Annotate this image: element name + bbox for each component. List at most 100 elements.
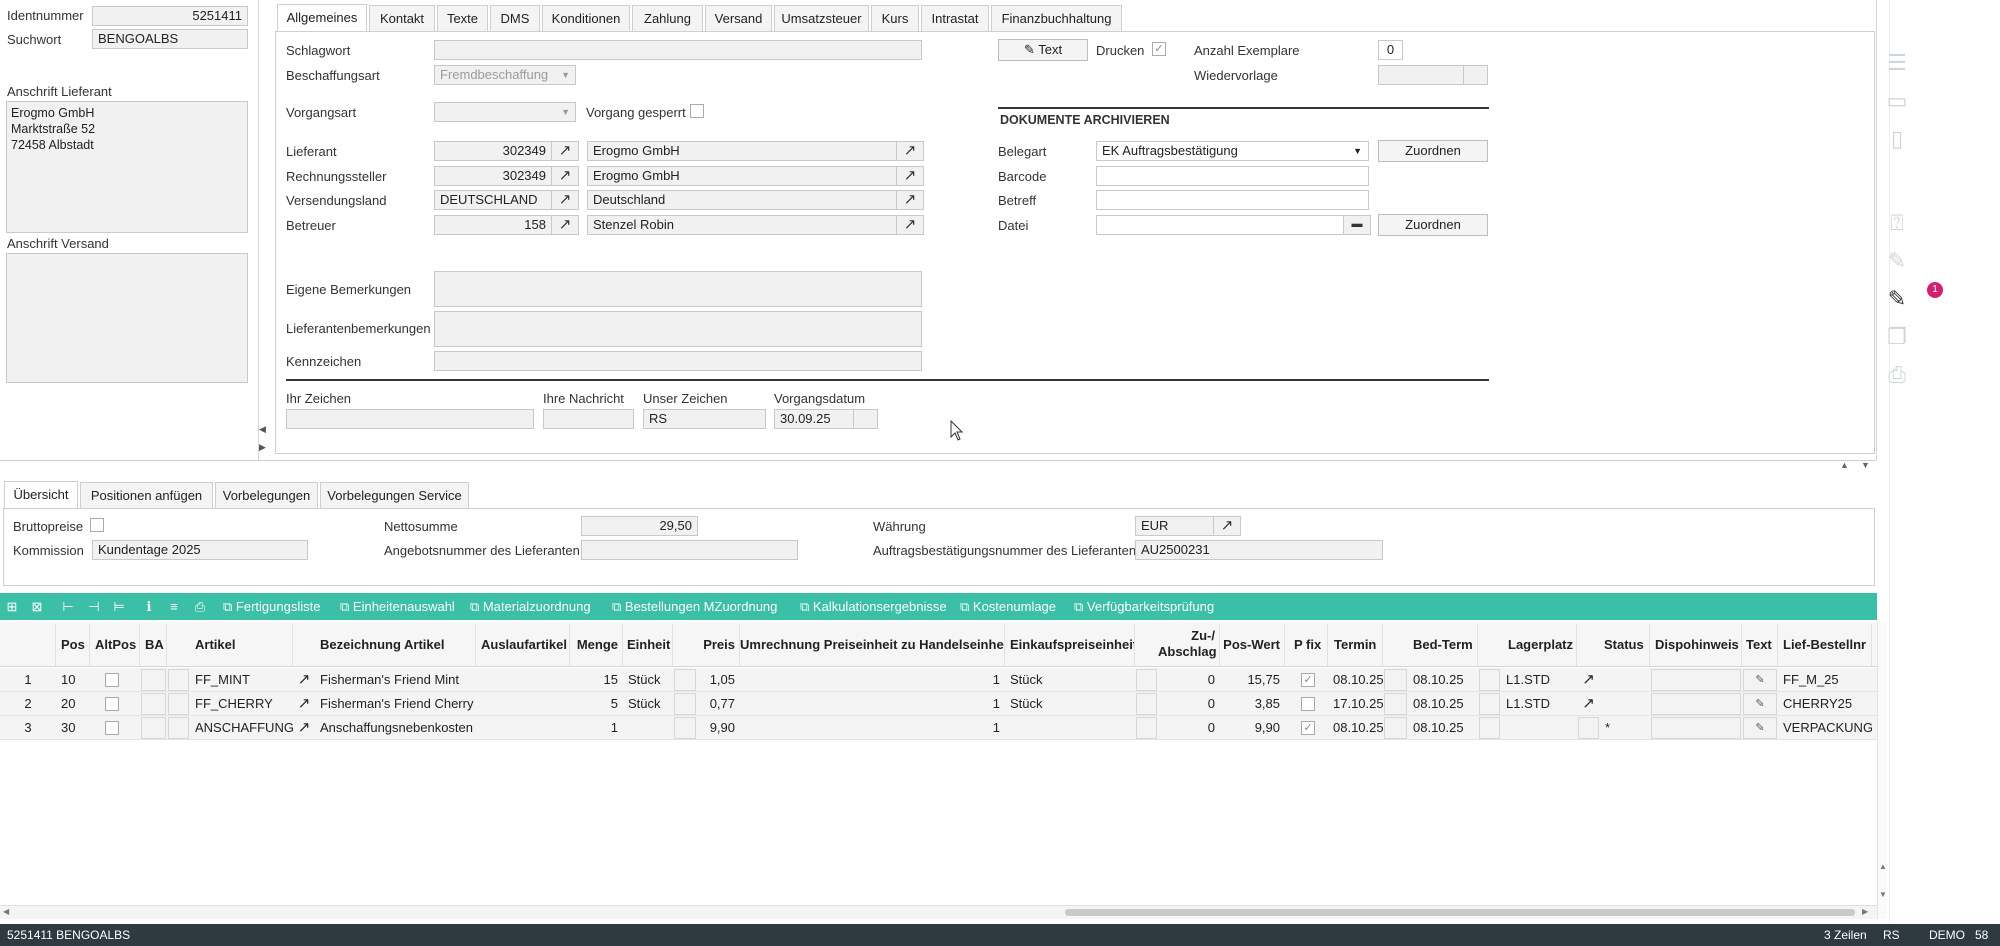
cell-ekpe[interactable]: Stück bbox=[1005, 692, 1135, 716]
text-button[interactable]: ✎ Text bbox=[998, 39, 1088, 61]
tab-kurs[interactable]: Kurs bbox=[871, 5, 919, 32]
open-link-icon[interactable]: ↗ bbox=[551, 166, 579, 186]
drucken-checkbox[interactable]: ✓ bbox=[1152, 42, 1166, 56]
cell-button[interactable] bbox=[1479, 693, 1500, 715]
open-link-icon[interactable]: ↗ bbox=[551, 141, 579, 161]
scroll-down-icon[interactable]: ▼ bbox=[1879, 890, 1887, 899]
cell-umrechnung[interactable]: 1 bbox=[740, 668, 1005, 692]
cell-termin[interactable]: 08.10.25 bbox=[1328, 716, 1383, 740]
betreuer-nr-field[interactable]: 158 bbox=[434, 215, 552, 235]
cell-bezeichnung[interactable]: Fisherman's Friend Cherry bbox=[315, 692, 476, 716]
ihre-nachricht-field[interactable] bbox=[543, 409, 634, 429]
cell-status[interactable]: * bbox=[1600, 716, 1650, 740]
cell-pos[interactable]: 30 bbox=[56, 716, 90, 740]
cell-einheit[interactable]: Stück bbox=[623, 692, 673, 716]
cell-button[interactable] bbox=[674, 669, 696, 691]
vorgangsart-select[interactable]: ▼ bbox=[434, 102, 576, 122]
collapse-up-icon[interactable]: ▲ bbox=[1840, 460, 1849, 470]
betreuer-name-field[interactable]: Stenzel Robin bbox=[587, 215, 897, 235]
cell-umrechnung[interactable]: 1 bbox=[740, 692, 1005, 716]
open-link-icon[interactable]: ↗ bbox=[1577, 692, 1600, 716]
cell-button[interactable] bbox=[1136, 669, 1157, 691]
help-document-icon[interactable]: ⍰ bbox=[1882, 210, 1912, 240]
copy-icon[interactable]: ❐ bbox=[1882, 324, 1912, 354]
cell-liefbest[interactable]: FF_M_25 bbox=[1778, 668, 1872, 692]
toolbar-bestellungen-mzuordnung[interactable]: ⧉ Bestellungen MZuordnung bbox=[612, 597, 777, 617]
schlagwort-field[interactable] bbox=[434, 40, 922, 60]
header-status[interactable]: Status bbox=[1600, 624, 1650, 666]
rechnungssteller-nr-field[interactable]: 302349 bbox=[434, 166, 552, 186]
tab-umsatzsteuer[interactable]: Umsatzsteuer bbox=[774, 5, 869, 32]
cell-button[interactable] bbox=[1578, 717, 1599, 739]
cell-termin[interactable]: 17.10.25 bbox=[1328, 692, 1383, 716]
toolbar-materialzuordnung[interactable]: ⧉ Materialzuordnung bbox=[470, 597, 591, 617]
tab-intrastat[interactable]: Intrastat bbox=[921, 5, 989, 32]
cell-pos[interactable]: 20 bbox=[56, 692, 90, 716]
cell-artikel[interactable]: ANSCHAFFUNG bbox=[190, 716, 293, 740]
horizontal-scrollbar[interactable]: ◀ ▶ bbox=[0, 905, 1877, 919]
cell-zuab[interactable]: 0 bbox=[1158, 716, 1220, 740]
cell-ekpe[interactable]: Stück bbox=[1005, 668, 1135, 692]
open-link-icon[interactable]: ↗ bbox=[1213, 516, 1241, 536]
lieferant-name-field[interactable]: Erogmo GmbH bbox=[587, 141, 897, 161]
ab-nummer-field[interactable]: AU2500231 bbox=[1135, 540, 1383, 560]
kommission-field[interactable]: Kundentage 2025 bbox=[92, 540, 308, 560]
toolbar-verfuegbarkeitspruefung[interactable]: ⧉ Verfügbarkeitsprüfung bbox=[1074, 597, 1214, 617]
open-link-icon[interactable]: ↗ bbox=[896, 141, 924, 161]
vertical-scrollbar[interactable]: ▲ ▼ bbox=[1877, 622, 1887, 919]
versendungsland-code-field[interactable]: DEUTSCHLAND bbox=[434, 190, 552, 210]
bruttopreise-checkbox[interactable] bbox=[90, 518, 104, 532]
cell-lagerplatz[interactable] bbox=[1501, 716, 1577, 740]
tab-uebersicht[interactable]: Übersicht bbox=[4, 481, 78, 509]
date-picker-button[interactable] bbox=[853, 409, 878, 429]
toolbar-einheitenauswahl[interactable]: ⧉ Einheitenauswahl bbox=[340, 597, 455, 617]
altpos-checkbox[interactable] bbox=[105, 673, 119, 687]
open-link-icon[interactable]: ↗ bbox=[896, 190, 924, 210]
dispohinweis-field[interactable] bbox=[1651, 669, 1741, 691]
cell-button[interactable] bbox=[1384, 669, 1407, 691]
header-artikel[interactable]: Artikel bbox=[190, 624, 293, 666]
open-link-icon[interactable]: ↗ bbox=[293, 716, 315, 740]
tab-finanzbuchhaltung[interactable]: Finanzbuchhaltung bbox=[991, 5, 1122, 32]
checklist-icon[interactable]: ☰ bbox=[1882, 50, 1912, 80]
tab-positionen-anfuegen[interactable]: Positionen anfügen bbox=[80, 482, 213, 509]
header-bed-term[interactable]: Bed-Term bbox=[1408, 624, 1478, 666]
header-einheit[interactable]: Einheit bbox=[623, 624, 673, 666]
anschrift-versand-box[interactable] bbox=[6, 253, 248, 383]
betreff-field[interactable] bbox=[1096, 190, 1369, 210]
header-pos[interactable]: Pos bbox=[56, 624, 90, 666]
header-umrechnung[interactable]: Umrechnung Preiseinheit zu Handelseinhei… bbox=[740, 624, 1005, 666]
cell-button[interactable] bbox=[1136, 717, 1157, 739]
p-fix-checkbox[interactable] bbox=[1301, 697, 1315, 711]
anschrift-lieferant-box[interactable]: Erogmo GmbH Marktstraße 52 72458 Albstad… bbox=[6, 101, 248, 233]
print-icon[interactable]: ⎙ bbox=[191, 597, 209, 617]
scroll-right-icon[interactable]: ▶ bbox=[1862, 907, 1868, 916]
column-shrink-icon[interactable]: ⊣ bbox=[85, 597, 103, 617]
remove-row-icon[interactable]: ⊠ bbox=[28, 597, 46, 617]
cell-lagerplatz[interactable]: L1.STD bbox=[1501, 668, 1577, 692]
toolbar-kostenumlage[interactable]: ⧉ Kostenumlage bbox=[960, 597, 1056, 617]
open-link-icon[interactable]: ↗ bbox=[551, 190, 579, 210]
cell-liefbest[interactable]: CHERRY25 bbox=[1778, 692, 1872, 716]
altpos-checkbox[interactable] bbox=[105, 721, 119, 735]
zuordnen-datei-button[interactable]: Zuordnen bbox=[1378, 214, 1488, 236]
cell-menge[interactable]: 5 bbox=[570, 692, 623, 716]
cell-button[interactable] bbox=[168, 669, 189, 691]
header-einkaufspreiseinheit[interactable]: Einkaufspreiseinheit bbox=[1005, 624, 1135, 666]
wiedervorlage-field[interactable] bbox=[1378, 65, 1464, 85]
versendungsland-name-field[interactable]: Deutschland bbox=[587, 190, 897, 210]
tab-vorbelegungen[interactable]: Vorbelegungen bbox=[215, 482, 318, 509]
cell-bedterm[interactable]: 08.10.25 bbox=[1408, 692, 1478, 716]
cell-bezeichnung[interactable]: Fisherman's Friend Mint bbox=[315, 668, 476, 692]
cell-button[interactable] bbox=[141, 669, 166, 691]
header-pos-wert[interactable]: Pos-Wert bbox=[1220, 624, 1285, 666]
horizontal-scroll-thumb[interactable] bbox=[1065, 909, 1855, 916]
header-preis[interactable]: Preis bbox=[697, 624, 740, 666]
document-icon[interactable]: ▯ bbox=[1882, 126, 1912, 156]
cell-button[interactable] bbox=[168, 693, 189, 715]
open-link-icon[interactable]: ↗ bbox=[896, 166, 924, 186]
belegart-select[interactable]: EK Auftragsbestätigung ▼ bbox=[1096, 141, 1369, 161]
cell-liefbest[interactable]: VERPACKUNG bbox=[1778, 716, 1872, 740]
cell-button[interactable] bbox=[674, 693, 696, 715]
cell-button[interactable] bbox=[1136, 693, 1157, 715]
